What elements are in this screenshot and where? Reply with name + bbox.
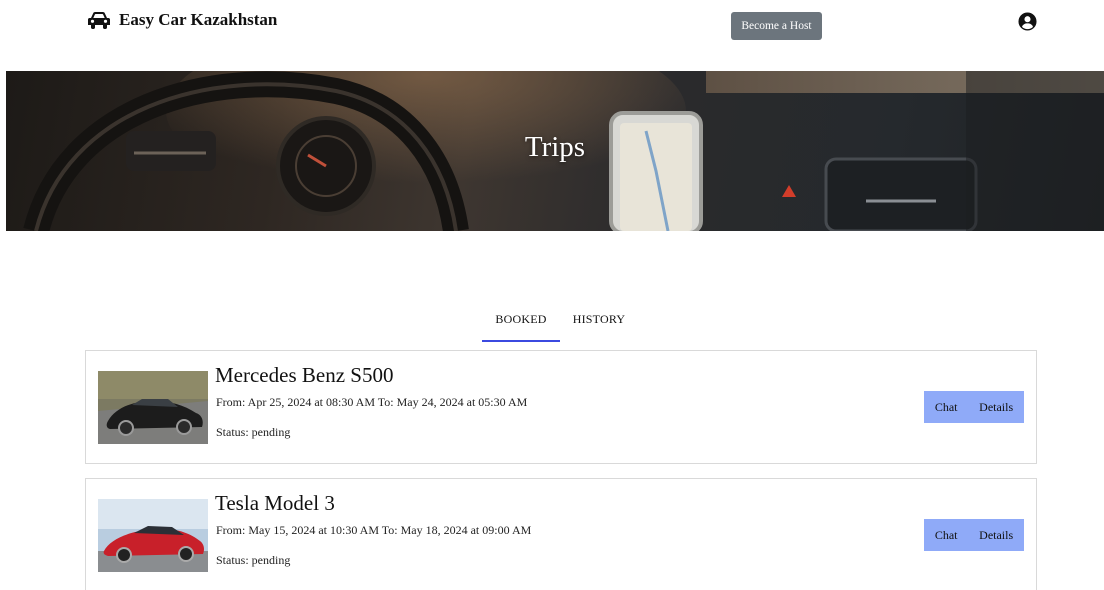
page-title: Trips xyxy=(524,131,586,163)
trip-status: Status: pending xyxy=(216,425,291,439)
trip-actions: Chat Details xyxy=(924,519,1024,551)
car-thumbnail xyxy=(98,371,208,444)
trip-card: Mercedes Benz S500 From: Apr 25, 2024 at… xyxy=(85,350,1037,464)
top-navbar: Easy Car Kazakhstan Become a Host xyxy=(0,0,1104,44)
become-host-button[interactable]: Become a Host xyxy=(731,12,822,40)
trip-status: Status: pending xyxy=(216,553,291,567)
car-thumbnail xyxy=(98,499,208,572)
trip-card: Tesla Model 3 From: May 15, 2024 at 10:3… xyxy=(85,478,1037,590)
brand[interactable]: Easy Car Kazakhstan xyxy=(87,10,277,30)
brand-name: Easy Car Kazakhstan xyxy=(119,10,278,29)
user-circle-icon[interactable] xyxy=(1018,12,1037,31)
trip-dates: From: May 15, 2024 at 10:30 AM To: May 1… xyxy=(216,523,532,537)
details-button[interactable]: Details xyxy=(979,400,1013,415)
car-name: Tesla Model 3 xyxy=(215,491,335,515)
details-button[interactable]: Details xyxy=(979,528,1013,543)
chat-button[interactable]: Chat xyxy=(935,528,958,543)
car-icon xyxy=(88,12,110,29)
trip-tabs: BOOKED HISTORY xyxy=(482,304,638,344)
trip-actions: Chat Details xyxy=(924,391,1024,423)
trip-dates: From: Apr 25, 2024 at 08:30 AM To: May 2… xyxy=(216,395,528,409)
tab-booked[interactable]: BOOKED xyxy=(482,304,560,342)
chat-button[interactable]: Chat xyxy=(935,400,958,415)
hero-banner: Trips xyxy=(6,71,1104,231)
car-name: Mercedes Benz S500 xyxy=(215,363,394,387)
tab-history[interactable]: HISTORY xyxy=(560,304,638,342)
